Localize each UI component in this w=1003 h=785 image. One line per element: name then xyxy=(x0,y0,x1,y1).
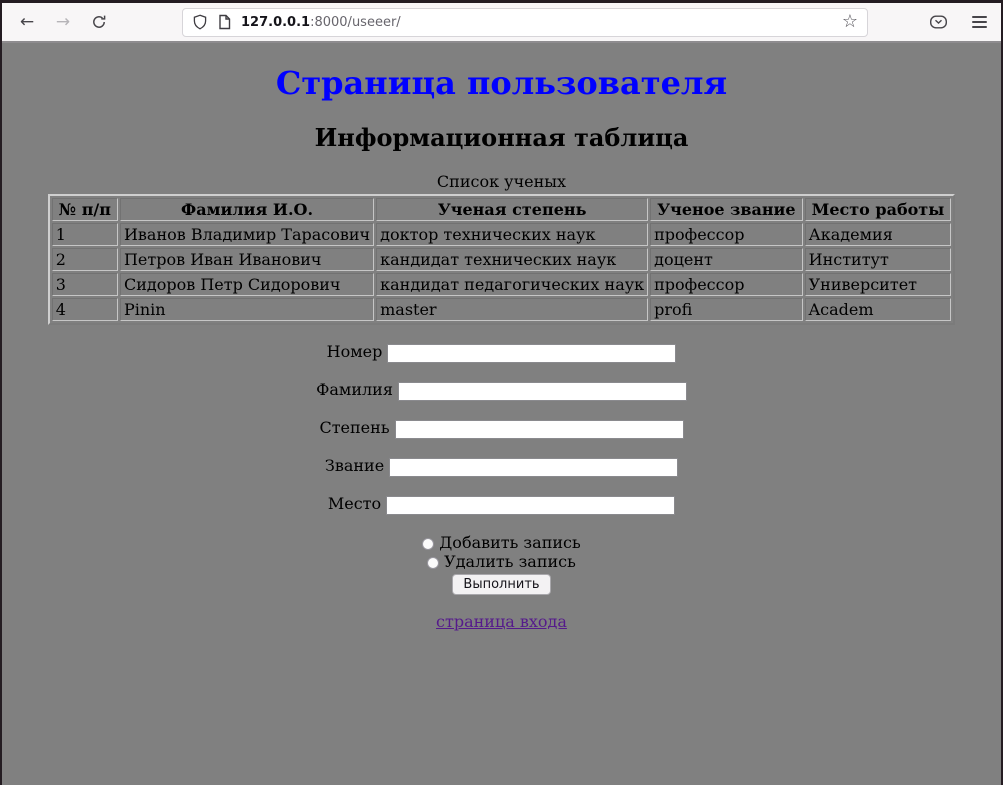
page-subtitle: Информационная таблица xyxy=(2,123,1001,152)
field-label-rank: Звание xyxy=(325,456,384,475)
radio-group: Добавить записьУдалить запись xyxy=(2,533,1001,571)
table-cell: профессор xyxy=(650,223,802,246)
url-text[interactable]: 127.0.0.1:8000/useeer/ xyxy=(241,15,833,30)
radio-label-delete-record: Удалить запись xyxy=(444,552,576,571)
table-cell: 3 xyxy=(52,273,118,296)
nav-button-group: ← → xyxy=(18,11,108,33)
table-row: 1Иванов Владимир Тарасовичдоктор техниче… xyxy=(52,223,952,246)
radio-icon-add-record[interactable] xyxy=(422,538,434,550)
table-cell: Pinin xyxy=(120,298,374,321)
table-header-row: № п/пФамилия И.О.Ученая степеньУченое зв… xyxy=(52,198,952,221)
form-row-number: Номер xyxy=(2,342,1001,363)
table-cell: Сидоров Петр Сидорович xyxy=(120,273,374,296)
form-row-place: Место xyxy=(2,494,1001,515)
form-row-surname: Фамилия xyxy=(2,380,1001,401)
table-cell: profi xyxy=(650,298,802,321)
menu-icon[interactable] xyxy=(972,12,987,32)
radio-option-delete-record[interactable]: Удалить запись xyxy=(2,552,1001,571)
browser-window: ← → 127.0.0.1:8000/useeer/ xyxy=(0,0,1003,785)
back-icon[interactable]: ← xyxy=(18,11,36,33)
table-cell: master xyxy=(376,298,648,321)
execute-button[interactable]: Выполнить xyxy=(452,574,550,595)
web-page-content: Страница пользователя Информационная таб… xyxy=(2,64,1001,631)
field-input-rank[interactable] xyxy=(389,458,678,477)
table-row: 4PininmasterprofiAcadem xyxy=(52,298,952,321)
table-cell: кандидат педагогических наук xyxy=(376,273,648,296)
field-input-number[interactable] xyxy=(387,344,676,363)
login-page-link[interactable]: страница входа xyxy=(436,612,567,631)
pocket-icon[interactable] xyxy=(929,13,948,31)
field-label-degree: Степень xyxy=(319,418,389,437)
forward-icon[interactable]: → xyxy=(54,11,72,33)
shield-icon[interactable] xyxy=(192,14,208,30)
field-input-place[interactable] xyxy=(386,496,675,515)
radio-icon-delete-record[interactable] xyxy=(427,557,439,569)
table-cell: доктор технических наук xyxy=(376,223,648,246)
field-label-place: Место xyxy=(328,494,381,513)
field-label-number: Номер xyxy=(327,342,383,361)
column-header: № п/п xyxy=(52,198,118,221)
record-form: Номер Фамилия Степень Звание Место Добавить … xyxy=(2,342,1001,595)
radio-option-add-record[interactable]: Добавить запись xyxy=(2,533,1001,552)
field-input-degree[interactable] xyxy=(395,420,684,439)
field-label-surname: Фамилия xyxy=(316,380,393,399)
table-cell: 1 xyxy=(52,223,118,246)
url-host: 127.0.0.1 xyxy=(241,15,310,30)
url-bar[interactable]: 127.0.0.1:8000/useeer/ ☆ xyxy=(182,8,868,37)
page-proxy-icon[interactable] xyxy=(217,14,232,30)
button-row: Выполнить xyxy=(2,573,1001,595)
table-cell: Институт xyxy=(805,248,952,271)
table-cell: Университет xyxy=(805,273,952,296)
url-path: :8000/useeer/ xyxy=(310,15,401,30)
browser-toolbar: ← → 127.0.0.1:8000/useeer/ xyxy=(2,3,1001,43)
table-cell: кандидат технических наук xyxy=(376,248,648,271)
table-cell: Academ xyxy=(805,298,952,321)
table-cell: Академия xyxy=(805,223,952,246)
table-cell: 2 xyxy=(52,248,118,271)
form-row-degree: Степень xyxy=(2,418,1001,439)
page-title: Страница пользователя xyxy=(2,64,1001,102)
table-row: 2Петров Иван Ивановичкандидат технически… xyxy=(52,248,952,271)
scientists-table: Список ученых № п/пФамилия И.О.Ученая ст… xyxy=(48,172,956,325)
radio-label-add-record: Добавить запись xyxy=(439,533,580,552)
table-cell: Петров Иван Иванович xyxy=(120,248,374,271)
table-caption: Список ученых xyxy=(48,172,956,194)
column-header: Ученая степень xyxy=(376,198,648,221)
field-input-surname[interactable] xyxy=(398,382,687,401)
table-cell: профессор xyxy=(650,273,802,296)
link-row: страница входа xyxy=(2,612,1001,631)
form-fields: Номер Фамилия Степень Звание Место xyxy=(2,342,1001,515)
column-header: Ученое звание xyxy=(650,198,802,221)
column-header: Фамилия И.О. xyxy=(120,198,374,221)
table-row: 3Сидоров Петр Сидоровичкандидат педагоги… xyxy=(52,273,952,296)
column-header: Место работы xyxy=(805,198,952,221)
reload-icon[interactable] xyxy=(90,11,108,33)
table-cell: Иванов Владимир Тарасович xyxy=(120,223,374,246)
bookmark-star-icon[interactable]: ☆ xyxy=(842,13,858,31)
toolbar-right-group xyxy=(929,12,987,32)
table-cell: доцент xyxy=(650,248,802,271)
table-cell: 4 xyxy=(52,298,118,321)
form-row-rank: Звание xyxy=(2,456,1001,477)
table-body: 1Иванов Владимир Тарасовичдоктор техниче… xyxy=(52,223,952,321)
